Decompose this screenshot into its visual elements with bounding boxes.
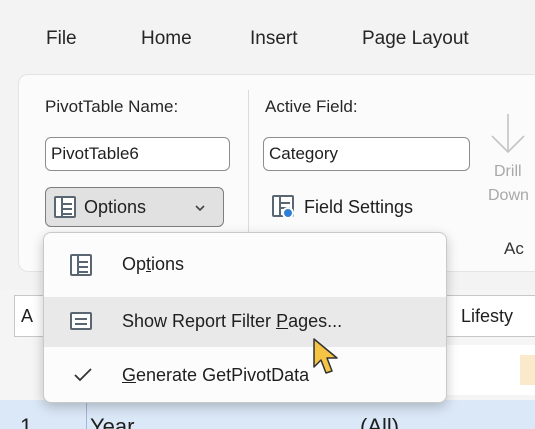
row-divider xyxy=(86,400,87,429)
chevron-down-icon xyxy=(195,205,205,212)
tab-insert[interactable]: Insert xyxy=(250,28,298,50)
active-field-label: Active Field: xyxy=(265,97,358,116)
drill-down-label-2[interactable]: Down xyxy=(488,187,529,205)
field-settings-button[interactable]: Field Settings xyxy=(268,191,453,225)
pivottable-name-input[interactable]: PivotTable6 xyxy=(45,137,230,171)
menu-item-show-report-filter-pages-label: Show Report Filter Pages... xyxy=(122,311,343,331)
active-field-input[interactable]: Category xyxy=(263,137,470,171)
tab-file[interactable]: File xyxy=(46,28,77,50)
mouse-pointer-icon xyxy=(313,338,338,374)
pivottable-name-label: PivotTable Name: xyxy=(45,97,179,116)
menu-item-show-report-filter-pages[interactable]: Show Report Filter Pages... xyxy=(44,297,446,347)
checkmark-icon xyxy=(74,368,92,382)
ribbon-group-divider xyxy=(248,90,249,245)
menu-item-options-label: Options xyxy=(122,254,185,274)
options-button-label: Options xyxy=(84,197,147,217)
drill-down-label-1[interactable]: Drill xyxy=(494,163,522,181)
row-year-label: Year xyxy=(90,414,135,429)
options-table-icon xyxy=(70,254,92,276)
drill-down-arrow-icon xyxy=(491,114,525,154)
sheet-row-1[interactable]: 1 Year (All) xyxy=(0,400,535,429)
options-dropdown-menu: Options Show Report Filter Pages... Gene… xyxy=(43,232,447,403)
row-year-value: (All) xyxy=(360,414,400,429)
menu-item-generate-getpivotdata[interactable]: Generate GetPivotData xyxy=(44,351,446,401)
lifestyle-cell[interactable]: Lifesty xyxy=(446,295,535,337)
options-table-icon xyxy=(54,196,76,218)
tab-home[interactable]: Home xyxy=(141,28,192,50)
field-settings-label: Field Settings xyxy=(304,197,414,217)
tab-page-layout[interactable]: Page Layout xyxy=(362,28,469,50)
active-group-label: Ac xyxy=(504,239,524,258)
options-button[interactable]: Options xyxy=(45,187,224,227)
field-settings-icon xyxy=(272,195,294,219)
menu-item-generate-getpivotdata-label: Generate GetPivotData xyxy=(122,365,310,385)
report-filter-pages-icon xyxy=(70,312,92,330)
menu-item-options[interactable]: Options xyxy=(44,240,446,290)
highlight-cell-edge xyxy=(520,355,535,385)
row-number: 1 xyxy=(20,414,33,429)
